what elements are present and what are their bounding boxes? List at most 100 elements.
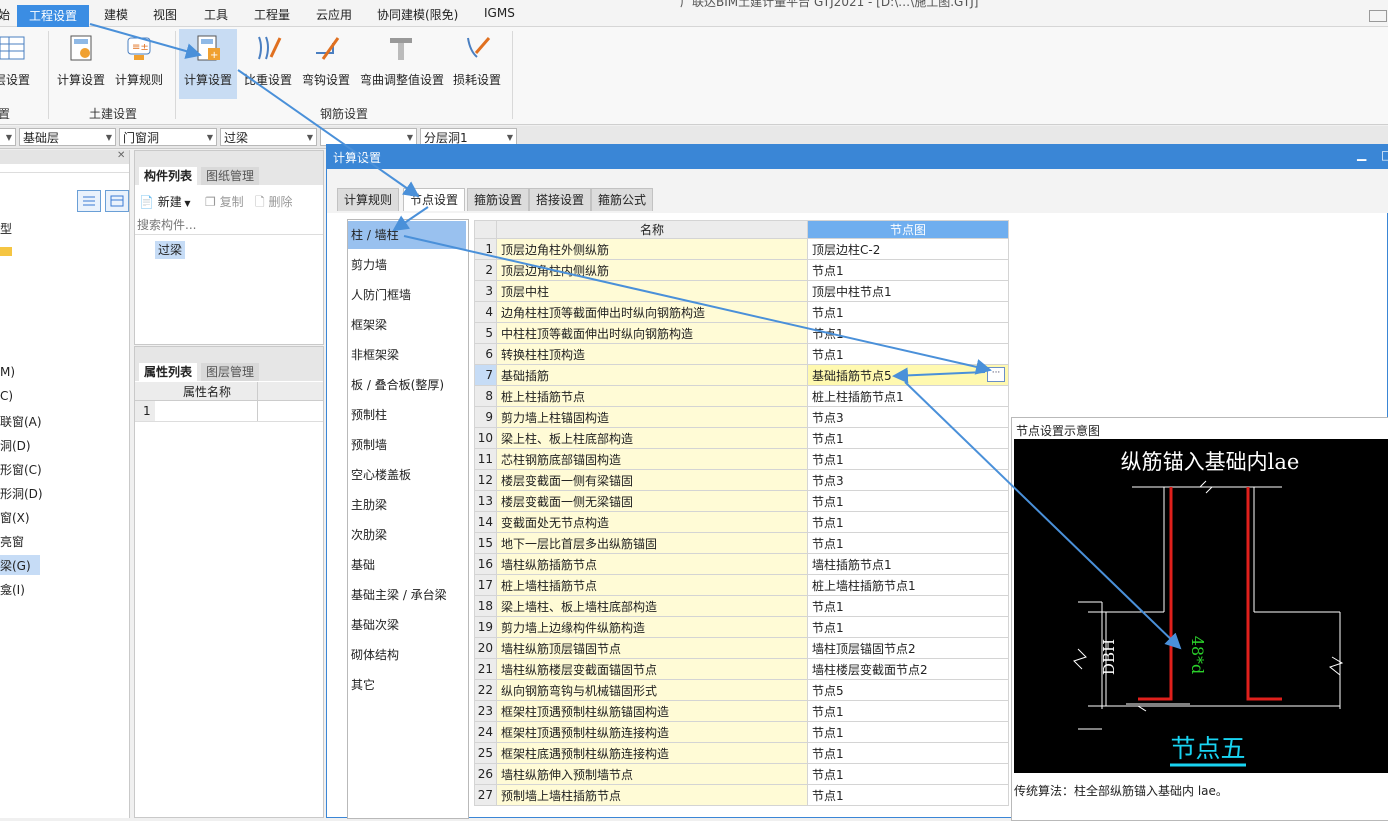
grid-header-node[interactable]: 节点图 bbox=[807, 220, 1009, 239]
window-restore-icon[interactable] bbox=[1369, 10, 1387, 22]
component-item-lintel[interactable]: 过梁 bbox=[155, 241, 186, 259]
type-combo[interactable]: 过梁 ▼ bbox=[220, 128, 317, 146]
delete-button[interactable]: 🗋 删除 bbox=[255, 193, 293, 214]
category-item[interactable]: 板 / 叠合板(整厚) bbox=[348, 371, 466, 399]
nav-item-clerestory[interactable]: 亮窗 bbox=[0, 533, 24, 550]
category-item[interactable]: 框架梁 bbox=[348, 311, 466, 339]
grid-row[interactable]: 17 桩上墙柱插筋节点 桩上墙柱插筋节点1 bbox=[474, 574, 1009, 596]
civil-calc-settings-button[interactable]: 计算设置 bbox=[51, 29, 111, 99]
nav-item-shaped-opening[interactable]: 形洞(D) bbox=[0, 485, 43, 502]
tab-component-list[interactable]: 构件列表 bbox=[139, 167, 198, 185]
tab-lap-settings[interactable]: 搭接设置 bbox=[529, 188, 592, 211]
category-combo[interactable]: 门窗洞 ▼ bbox=[119, 128, 217, 146]
category-item[interactable]: 砌体结构 bbox=[348, 641, 466, 669]
maximize-icon[interactable]: □ bbox=[1381, 148, 1388, 162]
row-node-cell[interactable]: 节点5 bbox=[807, 679, 1009, 701]
grid-row[interactable]: 5 中柱柱顶等截面伸出时纵向钢筋构造 节点1 bbox=[474, 322, 1009, 344]
row-node-cell[interactable]: 节点1 bbox=[807, 511, 1009, 533]
menu-tools[interactable]: 工具 bbox=[204, 6, 228, 23]
nav-item-door[interactable]: M) bbox=[0, 365, 15, 379]
tab-stirrup-formula[interactable]: 箍筋公式 bbox=[591, 188, 654, 211]
tab-property-list[interactable]: 属性列表 bbox=[139, 363, 198, 381]
nav-item-niche[interactable]: 龛(I) bbox=[0, 581, 25, 598]
tab-layer-management[interactable]: 图层管理 bbox=[201, 363, 260, 381]
row-node-cell[interactable]: 基础插筋节点5 ··· bbox=[807, 364, 1009, 386]
nav-item-shaped-window[interactable]: 形窗(C) bbox=[0, 461, 42, 478]
row-node-cell[interactable]: 节点1 bbox=[807, 532, 1009, 554]
grid-row[interactable]: 23 框架柱顶遇预制柱纵筋锚固构造 节点1 bbox=[474, 700, 1009, 722]
row-node-cell[interactable]: 节点1 bbox=[807, 595, 1009, 617]
tab-node-settings[interactable]: 节点设置 bbox=[403, 188, 466, 211]
row-node-cell[interactable]: 节点1 bbox=[807, 742, 1009, 764]
menu-start[interactable]: 始 bbox=[0, 6, 10, 23]
category-item[interactable]: 主肋梁 bbox=[348, 491, 466, 519]
row-node-cell[interactable]: 墙柱插筋节点1 bbox=[807, 553, 1009, 575]
tab-calc-rules[interactable]: 计算规则 bbox=[337, 188, 400, 211]
grid-row[interactable]: 11 芯柱钢筋底部锚固构造 节点1 bbox=[474, 448, 1009, 470]
grid-row[interactable]: 19 剪力墙上边缘构件纵筋构造 节点1 bbox=[474, 616, 1009, 638]
category-item[interactable]: 基础主梁 / 承台梁 bbox=[348, 581, 466, 609]
grid-row[interactable]: 27 预制墙上墙柱插筋节点 节点1 bbox=[474, 784, 1009, 806]
list-view-icon[interactable] bbox=[77, 190, 101, 212]
nav-item-bay-window[interactable]: 窗(X) bbox=[0, 509, 30, 526]
category-item[interactable]: 基础 bbox=[348, 551, 466, 579]
menu-cloud[interactable]: 云应用 bbox=[316, 6, 352, 23]
hook-settings-button[interactable]: 弯钩设置 bbox=[296, 29, 356, 99]
row-node-cell[interactable]: 节点1 bbox=[807, 343, 1009, 365]
row-node-cell[interactable]: 节点1 bbox=[807, 616, 1009, 638]
ellipsis-button[interactable]: ··· bbox=[987, 367, 1005, 382]
row-node-cell[interactable]: 节点1 bbox=[807, 259, 1009, 281]
row-node-cell[interactable]: 节点1 bbox=[807, 763, 1009, 785]
menu-project-settings[interactable]: 工程设置 bbox=[17, 5, 90, 27]
floor-combo[interactable]: 基础层 ▼ bbox=[19, 128, 116, 146]
menu-view[interactable]: 视图 bbox=[153, 6, 177, 23]
grid-row[interactable]: 1 顶层边角柱外侧纵筋 顶层边柱C-2 bbox=[474, 238, 1009, 260]
menu-modeling[interactable]: 建模 bbox=[104, 6, 128, 23]
row-node-cell[interactable]: 墙柱楼层变截面节点2 bbox=[807, 658, 1009, 680]
category-item[interactable]: 非框架梁 bbox=[348, 341, 466, 369]
grid-view-icon[interactable] bbox=[105, 190, 129, 212]
category-item[interactable]: 预制墙 bbox=[348, 431, 466, 459]
nav-item-window[interactable]: C) bbox=[0, 389, 13, 403]
row-node-cell[interactable]: 节点1 bbox=[807, 322, 1009, 344]
nav-item-combined-window[interactable]: 联窗(A) bbox=[0, 413, 42, 430]
grid-row[interactable]: 6 转换柱柱顶构造 节点1 bbox=[474, 343, 1009, 365]
menu-collab[interactable]: 协同建模(限免) bbox=[377, 6, 458, 23]
category-item[interactable]: 柱 / 墙柱 bbox=[348, 221, 466, 249]
row-node-cell[interactable]: 节点1 bbox=[807, 301, 1009, 323]
row-node-cell[interactable]: 桩上墙柱插筋节点1 bbox=[807, 574, 1009, 596]
floor-settings-button[interactable]: 层设置 bbox=[0, 29, 42, 99]
grid-row[interactable]: 8 桩上柱插筋节点 桩上柱插筋节点1 bbox=[474, 385, 1009, 407]
close-icon[interactable]: ✕ bbox=[117, 150, 125, 161]
category-item[interactable]: 基础次梁 bbox=[348, 611, 466, 639]
row-node-cell[interactable]: 墙柱顶层锚固节点2 bbox=[807, 637, 1009, 659]
grid-row[interactable]: 21 墙柱纵筋楼层变截面锚固节点 墙柱楼层变截面节点2 bbox=[474, 658, 1009, 680]
grid-row[interactable]: 12 楼层变截面一侧有梁锚固 节点3 bbox=[474, 469, 1009, 491]
category-item[interactable]: 剪力墙 bbox=[348, 251, 466, 279]
grid-row[interactable]: 10 梁上柱、板上柱底部构造 节点1 bbox=[474, 427, 1009, 449]
menu-quantity[interactable]: 工程量 bbox=[254, 6, 290, 23]
category-item[interactable]: 预制柱 bbox=[348, 401, 466, 429]
nav-item-type[interactable]: 型 bbox=[0, 220, 12, 237]
grid-row[interactable]: 15 地下一层比首层多出纵筋锚固 节点1 bbox=[474, 532, 1009, 554]
grid-row[interactable]: 25 框架柱底遇预制柱纵筋连接构造 节点1 bbox=[474, 742, 1009, 764]
nav-item-lintel[interactable]: 梁(G) bbox=[0, 557, 31, 574]
copy-button[interactable]: ❐ 复制 bbox=[205, 193, 244, 210]
row-node-cell[interactable]: 顶层中柱节点1 bbox=[807, 280, 1009, 302]
rebar-calc-settings-button[interactable]: + 计算设置 bbox=[179, 29, 237, 99]
calc-rules-button[interactable]: ≡± 计算规则 bbox=[109, 29, 169, 99]
property-row[interactable]: 1 bbox=[135, 401, 323, 422]
tab-stirrup-settings[interactable]: 箍筋设置 bbox=[467, 188, 530, 211]
grid-row[interactable]: 14 变截面处无节点构造 节点1 bbox=[474, 511, 1009, 533]
grid-row[interactable]: 18 梁上墙柱、板上墙柱底部构造 节点1 bbox=[474, 595, 1009, 617]
grid-row[interactable]: 9 剪力墙上柱锚固构造 节点3 bbox=[474, 406, 1009, 428]
row-node-cell[interactable]: 节点1 bbox=[807, 721, 1009, 743]
bend-adjust-button[interactable]: 弯曲调整值设置 bbox=[360, 29, 444, 99]
row-node-cell[interactable]: 节点3 bbox=[807, 406, 1009, 428]
new-button[interactable]: 📄 新建 ▼ bbox=[139, 193, 191, 210]
grid-row[interactable]: 4 边角柱柱顶等截面伸出时纵向钢筋构造 节点1 bbox=[474, 301, 1009, 323]
category-item[interactable]: 次肋梁 bbox=[348, 521, 466, 549]
grid-row[interactable]: 16 墙柱纵筋插筋节点 墙柱插筋节点1 bbox=[474, 553, 1009, 575]
menu-igms[interactable]: IGMS bbox=[484, 6, 515, 20]
minimize-icon[interactable]: ▁ bbox=[1357, 147, 1366, 161]
